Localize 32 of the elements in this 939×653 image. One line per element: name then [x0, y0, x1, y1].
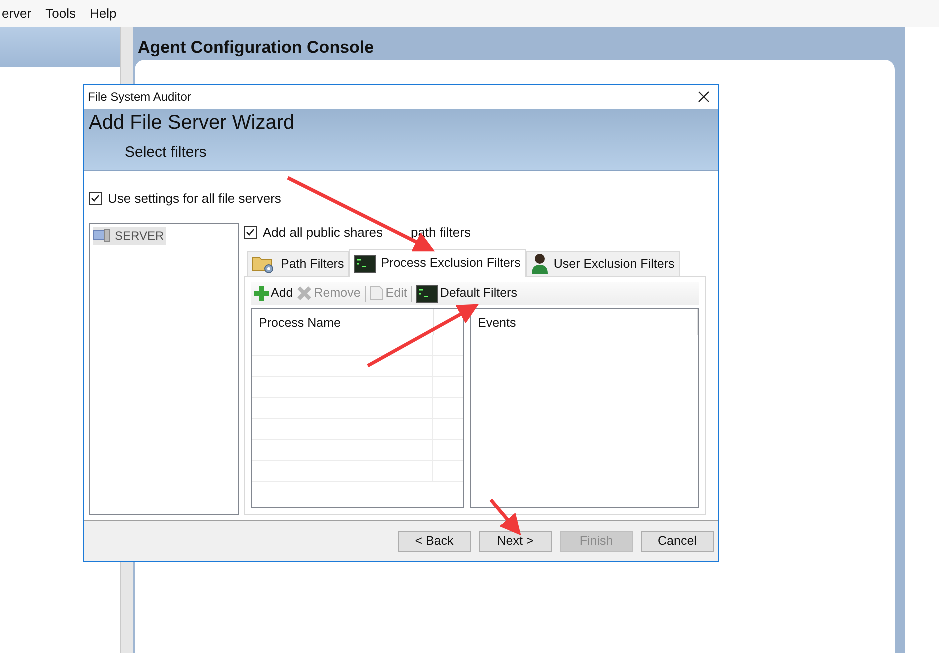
checkbox[interactable]	[244, 226, 257, 239]
tab[interactable]: User Exclusion Filters	[526, 251, 680, 276]
wizard-heading: Add File Server Wizard	[89, 111, 296, 136]
column-header: Process Name	[252, 309, 434, 335]
note-icon	[370, 286, 384, 301]
close-icon[interactable]	[698, 91, 710, 103]
console-title: Agent Configuration Console	[137, 37, 376, 59]
tab[interactable]: Process Exclusion Filters	[349, 249, 526, 277]
toolbar-button[interactable]: Add	[254, 284, 294, 303]
tab[interactable]: Path Filters	[247, 251, 350, 276]
checkbox-label: Add all public shares	[263, 224, 383, 242]
plus-icon	[254, 286, 269, 301]
cross-icon	[297, 286, 312, 301]
menu-item[interactable]: erver	[2, 4, 32, 24]
checkbox[interactable]	[89, 192, 102, 206]
annotation-arrow	[490, 498, 522, 536]
toolbar-button[interactable]: Default Filters	[416, 284, 518, 303]
checkbox-label: Use settings for all file servers	[108, 190, 282, 208]
wizard-button[interactable]: Next >	[479, 530, 552, 552]
wizard-button[interactable]: Cancel	[641, 530, 714, 552]
server-label: SERVER	[115, 228, 164, 244]
terminal-icon	[416, 284, 438, 302]
terminal-icon	[354, 254, 376, 272]
dialog-title: File System Auditor	[88, 89, 192, 106]
column-header: Events	[471, 309, 698, 335]
wizard-subheading: Select filters	[125, 143, 208, 163]
server-item[interactable]: SERVER	[93, 226, 166, 244]
server-icon	[93, 228, 111, 242]
user-icon	[530, 253, 549, 275]
menu-item[interactable]: Tools	[46, 4, 76, 24]
menu-item[interactable]: Help	[90, 4, 117, 24]
wizard-button[interactable]: < Back	[398, 530, 471, 552]
